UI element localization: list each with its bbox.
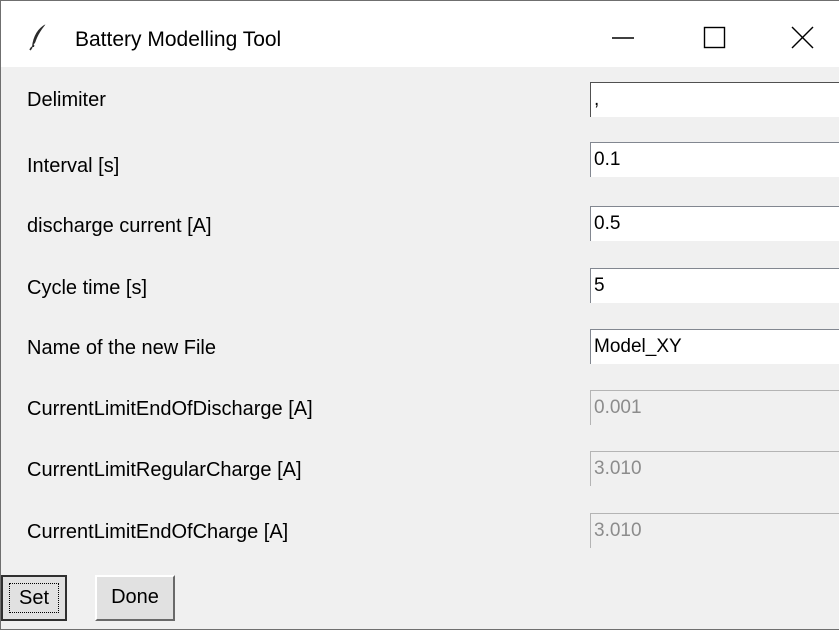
title-bar[interactable]: Battery Modelling Tool: [1, 1, 839, 67]
file-name-label: Name of the new File: [27, 337, 216, 359]
current-limit-end-of-charge-input: [590, 513, 839, 548]
interval-input[interactable]: [590, 142, 839, 177]
maximize-button[interactable]: [669, 1, 757, 67]
current-limit-regular-charge-label: CurrentLimitRegularCharge [A]: [27, 459, 302, 481]
delimiter-label: Delimiter: [27, 89, 106, 111]
current-limit-regular-charge-input: [590, 451, 839, 486]
close-button[interactable]: [753, 1, 839, 67]
current-limit-end-of-charge-label: CurrentLimitEndOfCharge [A]: [27, 521, 289, 543]
close-icon: [791, 26, 814, 49]
window-title: Battery Modelling Tool: [75, 28, 282, 51]
maximize-icon: [703, 26, 726, 49]
cycle-time-label: Cycle time [s]: [27, 277, 148, 299]
file-name-input[interactable]: [590, 329, 839, 364]
set-button[interactable]: Set: [1, 575, 67, 621]
interval-label: Interval [s]: [27, 155, 120, 177]
discharge-current-input[interactable]: [590, 206, 839, 241]
minimize-icon: [612, 37, 634, 39]
current-limit-end-of-discharge-label: CurrentLimitEndOfDischarge [A]: [27, 398, 313, 420]
cycle-time-input[interactable]: [590, 268, 839, 303]
current-limit-end-of-discharge-input: [590, 390, 839, 425]
feather-icon: [29, 23, 49, 51]
app-window: Battery Modelling Tool Delimiter Interva…: [0, 0, 839, 630]
minimize-button[interactable]: [577, 1, 665, 67]
discharge-current-label: discharge current [A]: [27, 215, 212, 237]
done-button[interactable]: Done: [95, 575, 175, 621]
set-button-label: Set: [9, 583, 59, 613]
delimiter-input[interactable]: [590, 82, 839, 117]
